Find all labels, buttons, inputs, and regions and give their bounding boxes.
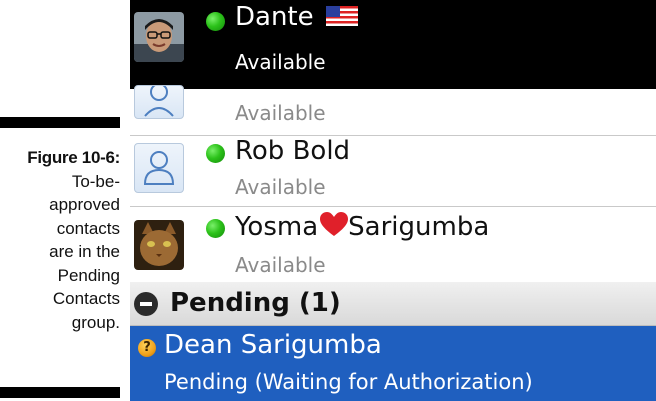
presence-online-icon xyxy=(206,12,225,31)
contact-name: Rob Bold xyxy=(235,136,351,166)
contact-row-q[interactable]: Available xyxy=(130,85,656,136)
generic-contact-icon xyxy=(134,143,184,193)
question-icon: ? xyxy=(138,339,156,357)
pending-group-header[interactable]: Pending (1) xyxy=(130,282,656,326)
caption-line: Contacts xyxy=(52,289,120,308)
caption-line: group. xyxy=(71,312,120,332)
collapse-icon[interactable] xyxy=(134,292,158,316)
phone-screen: Dante Available Available Rob Bold Avail… xyxy=(130,0,656,401)
presence-online-icon xyxy=(206,144,225,163)
figure-caption: Figure 10-6: To-be- approved contacts ar… xyxy=(0,146,120,334)
contact-status: Available xyxy=(235,253,326,277)
pending-contact-row[interactable]: ? Dean Sarigumba Pending (Waiting for Au… xyxy=(130,326,656,401)
group-label: Pending (1) xyxy=(170,288,341,318)
contact-status: Available xyxy=(235,101,326,125)
caption-line: contacts xyxy=(56,218,120,238)
contact-list: Dante Available Available Rob Bold Avail… xyxy=(130,0,656,401)
caption-rule-bottom xyxy=(0,387,120,398)
figure-label: Figure 10-6: xyxy=(27,148,120,167)
avatar xyxy=(134,220,184,270)
contact-name: Dean Sarigumba xyxy=(164,330,382,360)
contact-status: Available xyxy=(235,50,326,74)
contact-row-yosma[interactable]: Yosma Sarigumba Available xyxy=(130,207,656,283)
caption-line: To-be- xyxy=(71,171,120,191)
caption-line: approved xyxy=(49,195,120,214)
contact-name-last: Sarigumba xyxy=(348,212,490,242)
caption-rule-top xyxy=(0,117,120,128)
us-flag-icon xyxy=(325,3,358,33)
presence-online-icon xyxy=(206,219,225,238)
generic-contact-icon xyxy=(134,85,184,119)
heart-icon xyxy=(319,211,349,244)
contact-name: Dante xyxy=(235,2,314,32)
contact-row-rob-bold[interactable]: Rob Bold Available xyxy=(130,136,656,207)
avatar xyxy=(134,12,184,62)
contact-row-dante[interactable]: Dante Available xyxy=(130,0,656,89)
contact-status: Available xyxy=(235,175,326,199)
caption-line: are in the xyxy=(49,242,120,261)
contact-status: Pending (Waiting for Authorization) xyxy=(164,370,533,394)
caption-line: Pending xyxy=(57,265,120,285)
contact-name-first: Yosma xyxy=(235,212,319,242)
